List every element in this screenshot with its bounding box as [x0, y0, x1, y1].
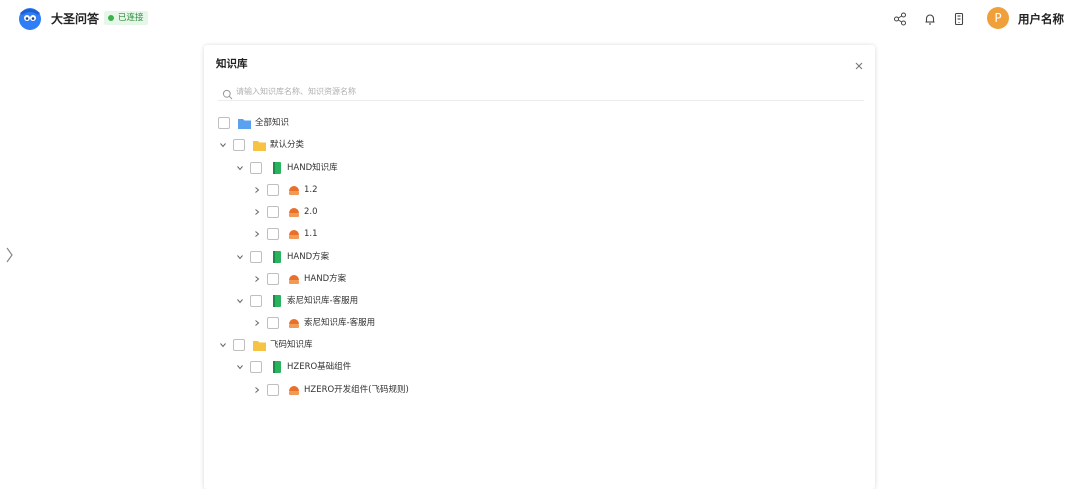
tree-node-label: 全部知识	[255, 118, 290, 128]
app-logo-icon	[18, 7, 42, 31]
tree-node-label: 索尼知识库-客服用	[304, 318, 376, 328]
tree-node-hand-kb[interactable]: HAND知识库	[235, 161, 338, 175]
tree-node-sony-kb[interactable]: 索尼知识库-客服用	[235, 294, 358, 308]
chevron-right-icon[interactable]	[252, 316, 262, 330]
folder-icon	[253, 339, 266, 351]
chevron-right-icon[interactable]	[252, 272, 262, 286]
checkbox[interactable]	[233, 339, 245, 351]
resource-icon	[287, 228, 300, 240]
tree-node-resource[interactable]: 1.2	[252, 183, 318, 197]
checkbox[interactable]	[250, 162, 262, 174]
chevron-right-icon[interactable]	[252, 383, 262, 397]
expand-sidebar-icon[interactable]	[4, 245, 14, 265]
app-title: 大圣问答	[51, 12, 100, 26]
tree-node-label: 2.0	[304, 207, 318, 217]
status-dot-icon	[108, 15, 114, 21]
bell-icon[interactable]	[923, 11, 937, 25]
book-icon	[270, 361, 283, 373]
search-input[interactable]	[236, 83, 836, 99]
tree-node-label: HZERO开发组件(飞码规则)	[304, 385, 409, 395]
tree-node-label: 1.2	[304, 185, 318, 195]
chevron-down-icon[interactable]	[218, 338, 228, 352]
panel-title: 知识库	[216, 58, 248, 70]
resource-icon	[287, 317, 300, 329]
tree-node-hand-plan[interactable]: HAND方案	[235, 250, 329, 264]
tree-node-default-category[interactable]: 默认分类	[218, 138, 304, 152]
resource-icon	[287, 273, 300, 285]
tree-node-label: 默认分类	[270, 140, 305, 150]
chevron-right-icon[interactable]	[252, 205, 262, 219]
checkbox[interactable]	[250, 361, 262, 373]
resource-icon	[287, 384, 300, 396]
tree-node-all[interactable]: 全部知识	[218, 116, 289, 130]
folder-icon	[238, 117, 251, 129]
checkbox[interactable]	[233, 139, 245, 151]
book-icon	[270, 295, 283, 307]
tree-node-label: HZERO基础组件	[287, 362, 352, 372]
chevron-down-icon[interactable]	[218, 138, 228, 152]
status-badge: 已连接	[104, 11, 148, 25]
tree-node-resource[interactable]: HAND方案	[252, 272, 346, 286]
avatar[interactable]: P	[987, 7, 1009, 29]
share-icon[interactable]	[893, 11, 907, 26]
tree-node-hzero-base[interactable]: HZERO基础组件	[235, 360, 351, 374]
checkbox[interactable]	[267, 228, 279, 240]
tree-node-label: 1.1	[304, 229, 318, 239]
search-icon	[222, 85, 233, 100]
checkbox[interactable]	[267, 384, 279, 396]
checkbox[interactable]	[267, 184, 279, 196]
checkbox[interactable]	[218, 117, 230, 129]
tree-node-resource[interactable]: HZERO开发组件(飞码规则)	[252, 383, 409, 397]
checkbox[interactable]	[267, 206, 279, 218]
checkbox[interactable]	[267, 273, 279, 285]
checkbox[interactable]	[250, 295, 262, 307]
chevron-right-icon[interactable]	[252, 183, 262, 197]
tree-node-resource[interactable]: 1.1	[252, 227, 318, 241]
resource-icon	[287, 206, 300, 218]
tree-node-label: HAND方案	[287, 252, 330, 262]
top-bar: 大圣问答 已连接 P 用户名称	[0, 0, 1080, 38]
status-text: 已连接	[118, 13, 144, 23]
tree-node-resource[interactable]: 索尼知识库-客服用	[252, 316, 375, 330]
tree-node-feima-kb[interactable]: 飞码知识库	[218, 338, 313, 352]
tree-node-label: HAND知识库	[287, 163, 338, 173]
checkbox[interactable]	[267, 317, 279, 329]
tree-node-label: 索尼知识库-客服用	[287, 296, 359, 306]
book-icon	[270, 162, 283, 174]
phone-icon[interactable]	[952, 11, 966, 26]
folder-icon	[253, 139, 266, 151]
chevron-down-icon[interactable]	[235, 250, 245, 264]
search-bar	[218, 83, 864, 101]
chevron-down-icon[interactable]	[235, 161, 245, 175]
tree-node-resource[interactable]: 2.0	[252, 205, 318, 219]
close-icon[interactable]	[853, 57, 865, 70]
chevron-down-icon[interactable]	[235, 360, 245, 374]
knowledge-base-panel: 知识库 全部知识 默认分类	[204, 45, 875, 489]
chevron-down-icon[interactable]	[235, 294, 245, 308]
tree-node-label: HAND方案	[304, 274, 347, 284]
resource-icon	[287, 184, 300, 196]
checkbox[interactable]	[250, 251, 262, 263]
book-icon	[270, 251, 283, 263]
user-name[interactable]: 用户名称	[1018, 11, 1064, 27]
chevron-right-icon[interactable]	[252, 227, 262, 241]
tree-node-label: 飞码知识库	[270, 340, 313, 350]
